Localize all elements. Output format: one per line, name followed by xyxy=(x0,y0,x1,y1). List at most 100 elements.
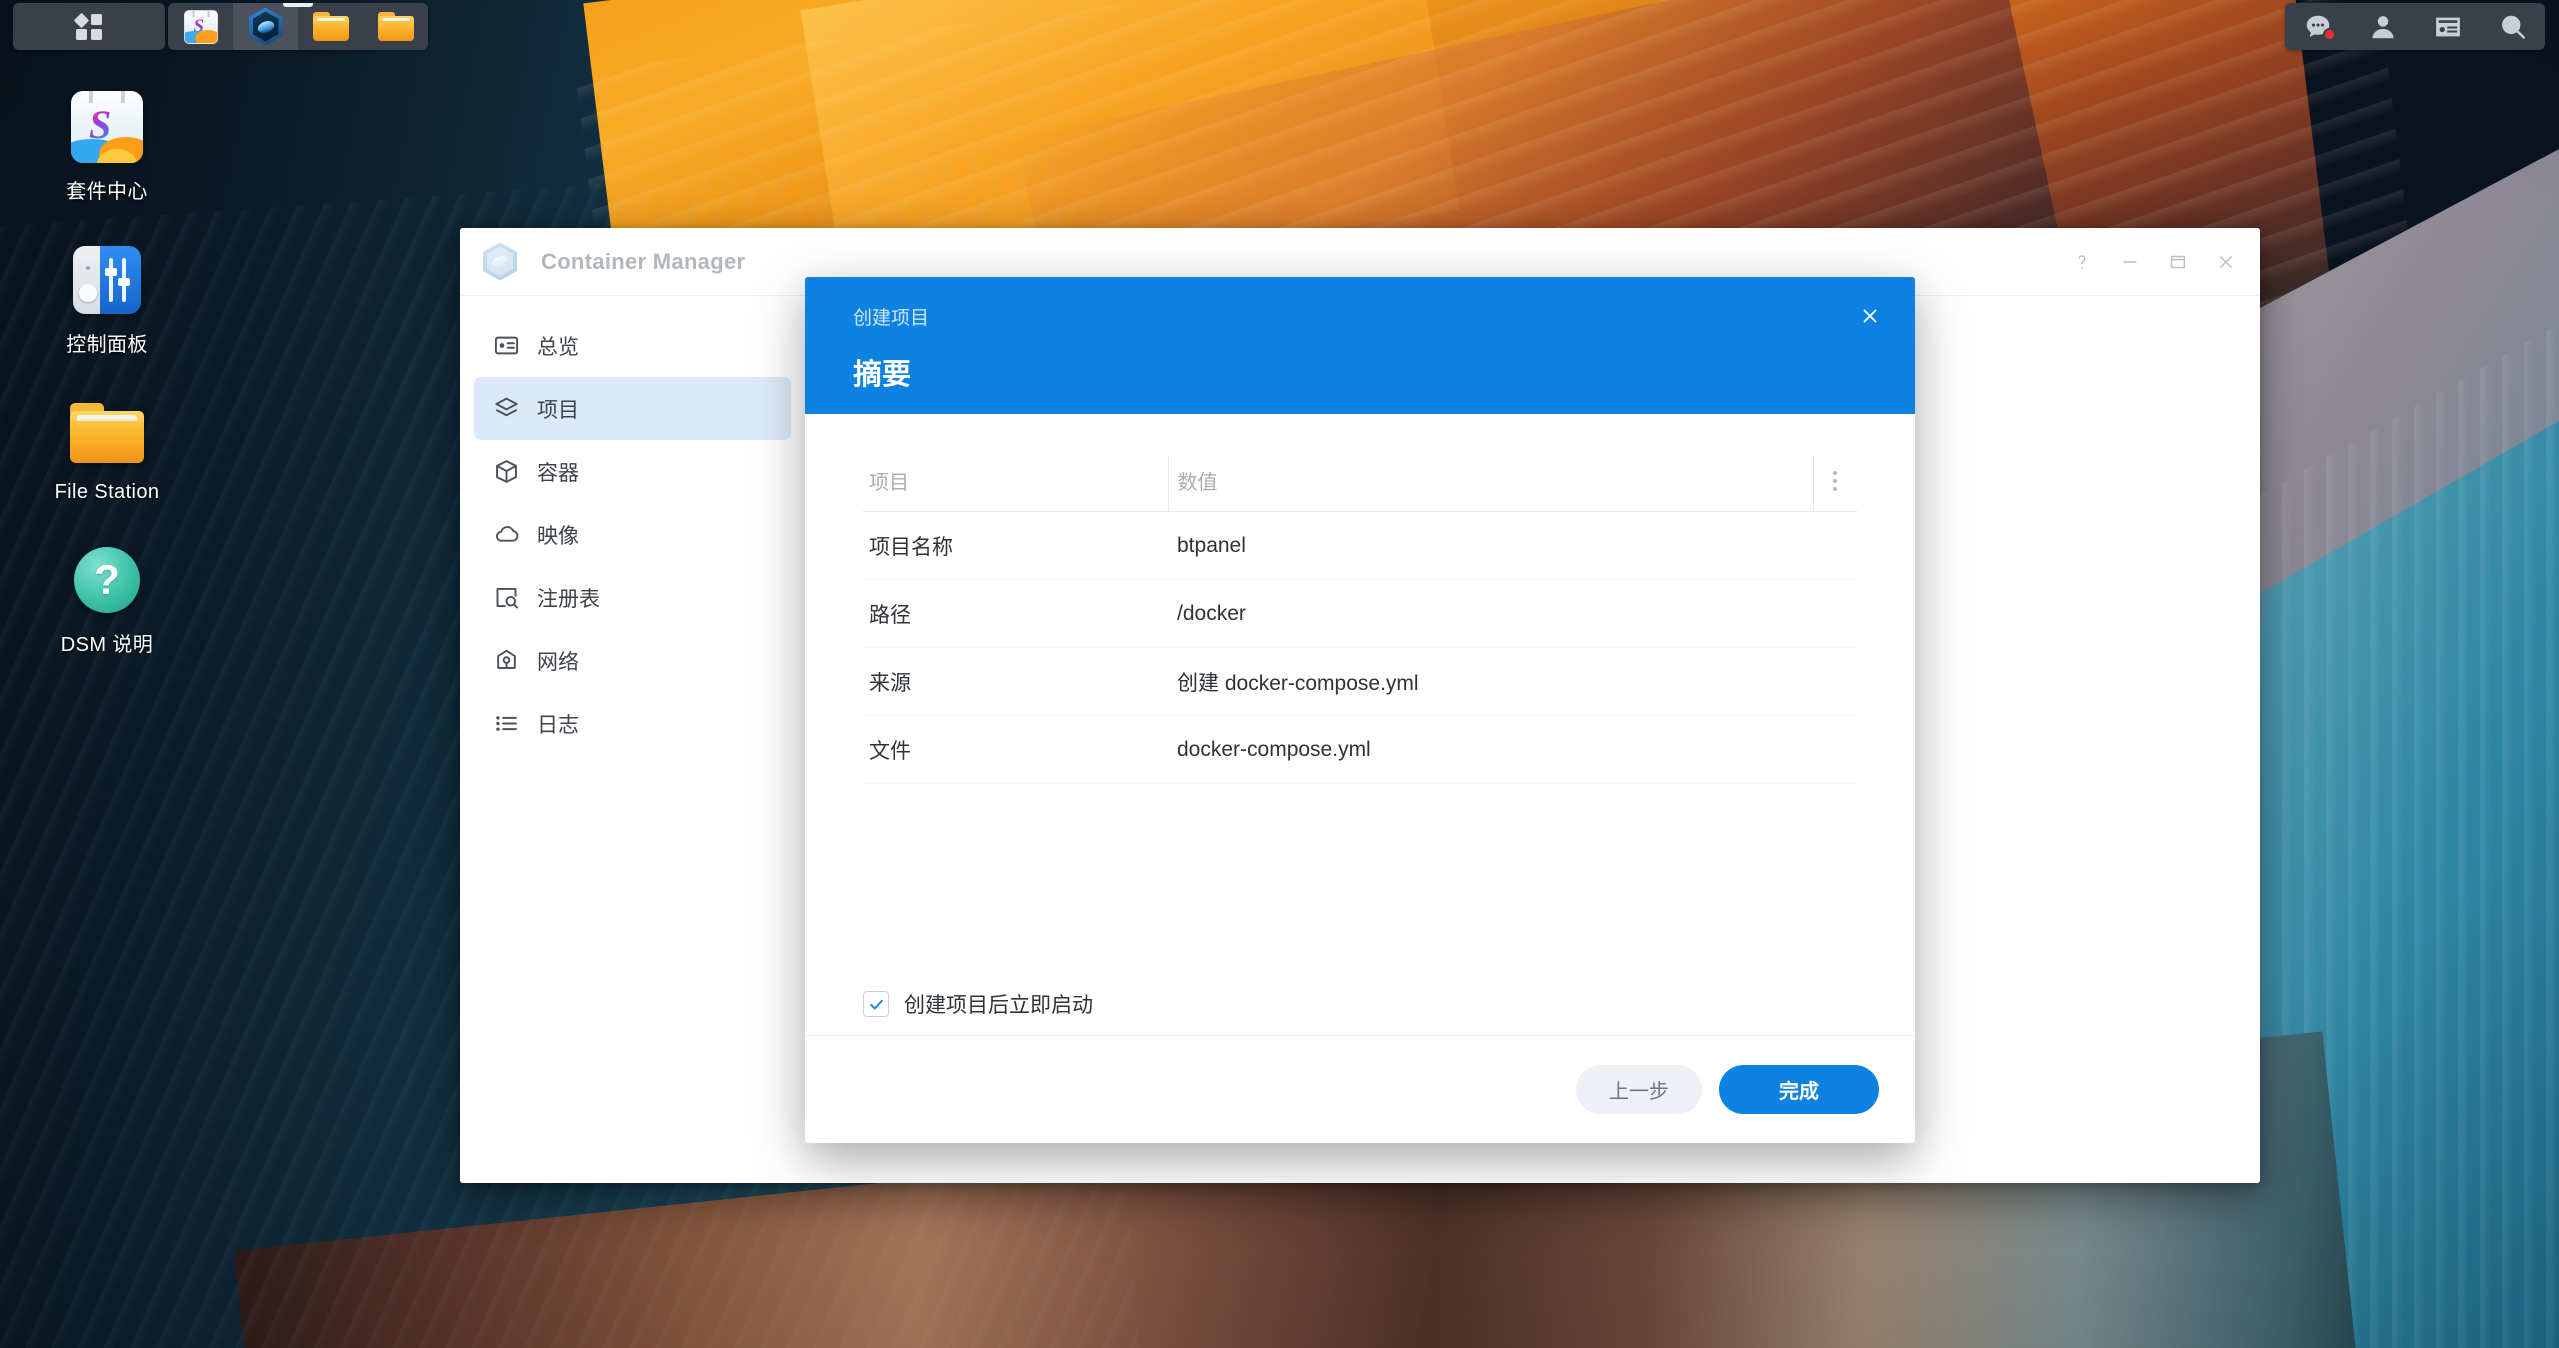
dialog-close-button[interactable] xyxy=(1852,298,1888,334)
sidebar-item-label: 总览 xyxy=(537,335,579,359)
image-icon xyxy=(491,520,521,550)
sidebar-item-registry[interactable]: 注册表 xyxy=(474,566,791,629)
sidebar: 总览 项目 容器 映像 注册表 网络 日志 xyxy=(460,296,805,1183)
sidebar-item-label: 容器 xyxy=(537,461,579,485)
create-project-dialog: 创建项目 摘要 项目 数值 项目名称 btpanel 路径 /docker 来源… xyxy=(805,277,1915,1143)
maximize-icon xyxy=(2170,255,2186,269)
row-item: 项目名称 xyxy=(863,511,1168,580)
sidebar-item-overview[interactable]: 总览 xyxy=(474,314,791,377)
registry-icon xyxy=(491,583,521,613)
desktop: S S 套件中心 控制面板 File Station ? DSM 说明 Cont… xyxy=(0,0,2559,1348)
overview-icon xyxy=(491,331,521,361)
help-icon: ? xyxy=(68,541,146,619)
table-row: 路径 /docker xyxy=(863,579,1857,648)
package-center-icon: S xyxy=(68,88,146,166)
dialog-title: 摘要 xyxy=(853,359,912,391)
checkmark-icon xyxy=(869,999,883,1009)
row-value: docker-compose.yml xyxy=(1168,715,1857,784)
desktop-icon-package-center[interactable]: S 套件中心 xyxy=(0,88,214,204)
dialog-footer-area: 创建项目后立即启动 上一步 完成 xyxy=(805,973,1915,1143)
network-icon xyxy=(491,646,521,676)
window-title: Container Manager xyxy=(541,248,746,274)
container-manager-icon xyxy=(483,242,517,281)
main-menu-button[interactable] xyxy=(57,3,122,50)
taskbar-app-package-center[interactable]: S xyxy=(168,3,233,50)
sidebar-item-label: 映像 xyxy=(537,524,579,548)
column-header-value: 数值 xyxy=(1167,456,1813,512)
sidebar-item-label: 注册表 xyxy=(537,587,600,611)
column-header-menu xyxy=(1812,456,1858,512)
close-button[interactable] xyxy=(2202,238,2250,286)
autostart-checkbox-label: 创建项目后立即启动 xyxy=(904,994,1093,1017)
row-value: btpanel xyxy=(1168,511,1857,580)
sidebar-item-container[interactable]: 容器 xyxy=(474,440,791,503)
taskbar-menu-group xyxy=(13,3,165,50)
kebab-menu-icon[interactable] xyxy=(1814,470,1858,491)
sidebar-item-label: 项目 xyxy=(537,398,579,422)
row-value: /docker xyxy=(1168,579,1857,648)
row-item: 路径 xyxy=(863,579,1168,648)
folder-icon xyxy=(377,12,414,41)
table-row: 来源 创建 docker-compose.yml xyxy=(863,647,1857,716)
desktop-icon-label: 控制面板 xyxy=(66,334,148,356)
user-account-button[interactable] xyxy=(2350,3,2415,50)
sidebar-item-label: 网络 xyxy=(537,650,579,674)
taskbar-tray-group xyxy=(2285,3,2545,50)
log-icon xyxy=(491,709,521,739)
sidebar-item-label: 日志 xyxy=(537,713,579,737)
sidebar-item-log[interactable]: 日志 xyxy=(474,692,791,755)
autostart-checkbox[interactable] xyxy=(863,991,889,1017)
finish-button[interactable]: 完成 xyxy=(1719,1065,1879,1114)
desktop-icon-label: 套件中心 xyxy=(66,181,148,203)
help-button[interactable] xyxy=(2058,238,2106,286)
widgets-button[interactable] xyxy=(2415,3,2480,50)
project-icon xyxy=(491,394,521,424)
close-icon xyxy=(2219,255,2233,269)
taskbar-apps-group: S xyxy=(168,3,428,50)
dialog-footer: 上一步 完成 xyxy=(805,1035,1915,1143)
minimize-icon xyxy=(2123,261,2137,263)
table-header: 项目 数值 xyxy=(863,456,1857,512)
table-row: 文件 docker-compose.yml xyxy=(863,715,1857,784)
desktop-icon-dsm-help[interactable]: ? DSM 说明 xyxy=(0,541,214,657)
sidebar-item-network[interactable]: 网络 xyxy=(474,629,791,692)
row-item: 文件 xyxy=(863,715,1168,784)
package-center-icon: S xyxy=(183,9,218,44)
back-button[interactable]: 上一步 xyxy=(1576,1065,1702,1114)
control-panel-icon xyxy=(68,241,146,319)
folder-icon xyxy=(312,12,349,41)
desktop-icon-file-station[interactable]: File Station xyxy=(0,394,214,504)
search-button[interactable] xyxy=(2480,3,2545,50)
desktop-icon-label: DSM 说明 xyxy=(60,634,154,656)
folder-icon xyxy=(68,394,146,472)
question-mark-icon xyxy=(2078,255,2086,269)
container-icon xyxy=(491,457,521,487)
summary-table: 项目 数值 项目名称 btpanel 路径 /docker 来源 创建 dock… xyxy=(863,456,1857,784)
row-value: 创建 docker-compose.yml xyxy=(1168,647,1857,716)
grid-icon xyxy=(73,12,102,40)
maximize-button[interactable] xyxy=(2154,238,2202,286)
taskbar-app-container-manager[interactable] xyxy=(233,3,313,50)
widgets-icon xyxy=(2435,17,2460,36)
desktop-icon-label: File Station xyxy=(54,481,160,503)
desktop-icon-control-panel[interactable]: 控制面板 xyxy=(0,241,214,357)
column-header-item: 项目 xyxy=(863,456,1168,512)
dialog-body: 项目 数值 项目名称 btpanel 路径 /docker 来源 创建 dock… xyxy=(805,414,1915,973)
close-icon xyxy=(1863,309,1877,323)
active-app-indicator xyxy=(283,3,313,7)
sidebar-item-image[interactable]: 映像 xyxy=(474,503,791,566)
sidebar-item-project[interactable]: 项目 xyxy=(474,377,791,440)
window-controls xyxy=(2058,228,2250,296)
dialog-kicker: 创建项目 xyxy=(853,308,930,329)
notifications-button[interactable] xyxy=(2285,3,2350,50)
table-row: 项目名称 btpanel xyxy=(863,511,1857,580)
user-account-icon xyxy=(2372,15,2393,38)
minimize-button[interactable] xyxy=(2106,238,2154,286)
container-manager-icon xyxy=(248,7,283,46)
autostart-checkbox-row[interactable]: 创建项目后立即启动 xyxy=(805,973,1915,1035)
notification-badge xyxy=(2323,28,2336,41)
taskbar-app-file-station-1[interactable] xyxy=(298,3,363,50)
row-item: 来源 xyxy=(863,647,1168,716)
taskbar-app-file-station-2[interactable] xyxy=(363,3,428,50)
dialog-header: 创建项目 摘要 xyxy=(805,277,1915,414)
